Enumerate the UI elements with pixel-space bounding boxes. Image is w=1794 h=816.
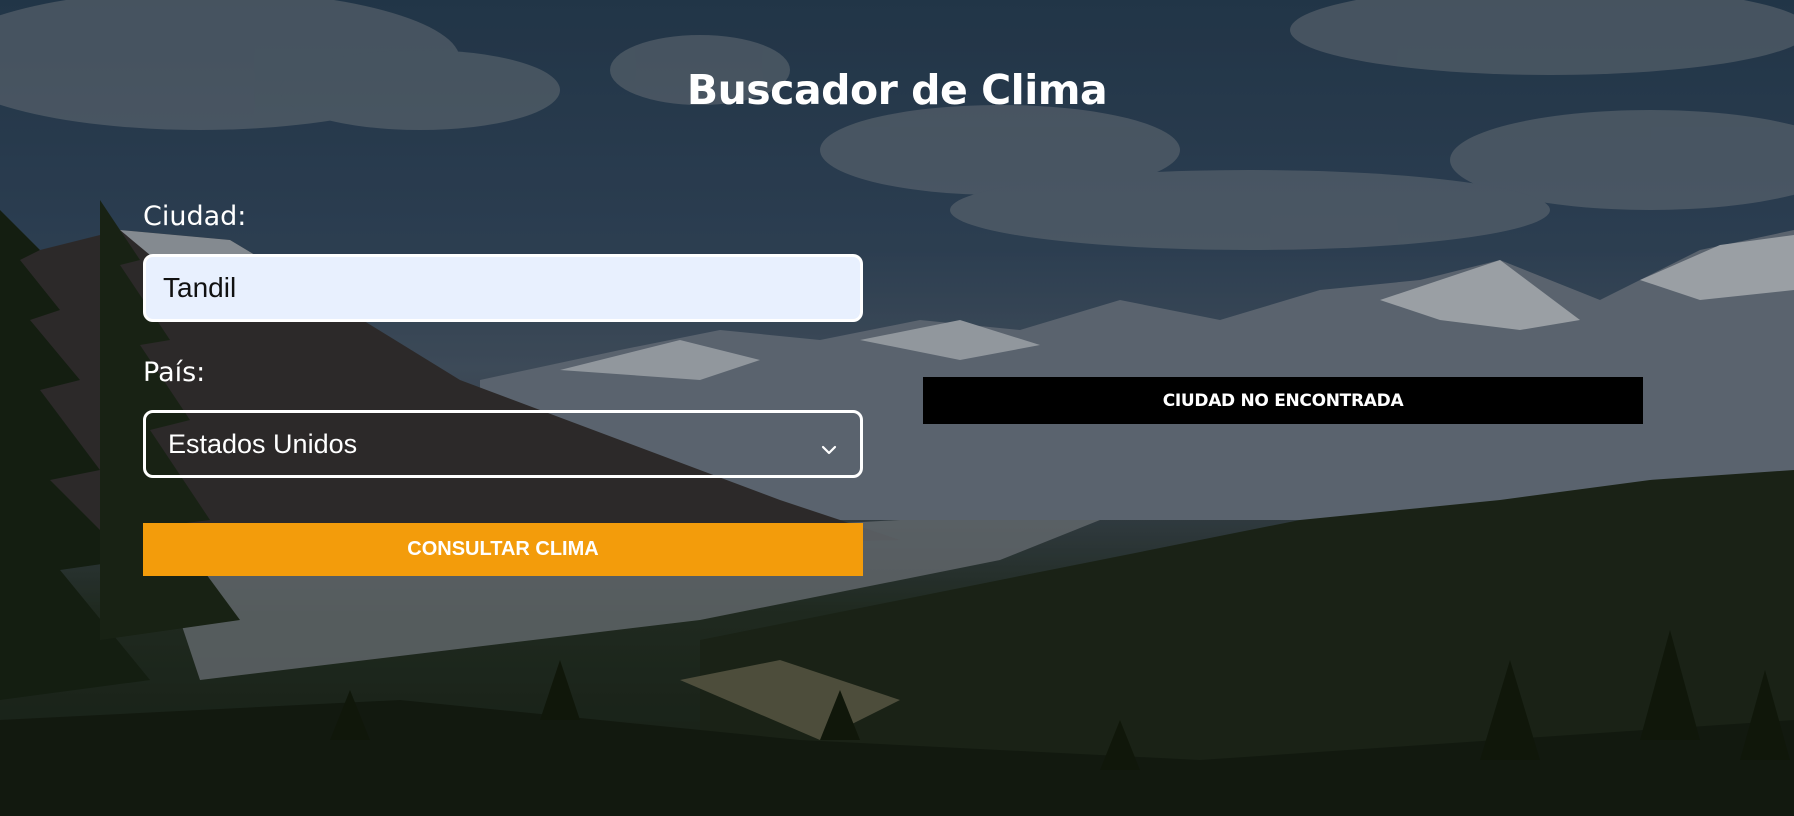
- page-title: Buscador de Clima: [686, 66, 1108, 114]
- city-not-found-alert: CIUDAD NO ENCONTRADA: [923, 377, 1643, 424]
- chevron-down-icon: [820, 435, 838, 455]
- country-label: País:: [143, 357, 206, 388]
- city-input[interactable]: Tandil: [143, 254, 863, 322]
- city-input-value: Tandil: [163, 272, 237, 303]
- country-select[interactable]: Estados Unidos: [143, 410, 863, 478]
- alert-message: CIUDAD NO ENCONTRADA: [1162, 390, 1404, 411]
- city-label: Ciudad:: [143, 201, 247, 232]
- consult-weather-button[interactable]: CONSULTAR CLIMA: [143, 523, 863, 576]
- country-select-value: Estados Unidos: [168, 428, 358, 459]
- weather-search-form: Ciudad: Tandil País: Estados Unidos CONS…: [143, 196, 863, 576]
